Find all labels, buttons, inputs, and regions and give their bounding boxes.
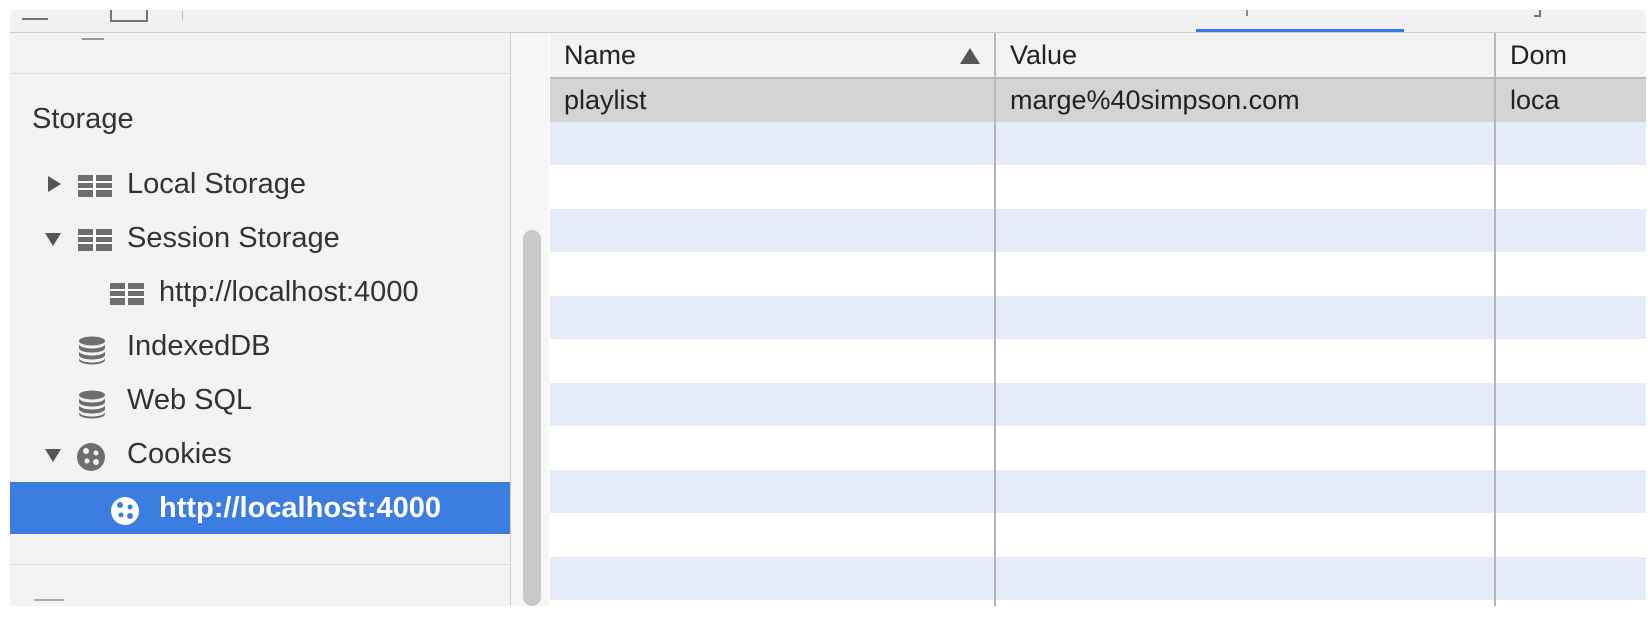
- empty-row: [550, 513, 1646, 556]
- sidebar-divider: [10, 564, 510, 565]
- empty-row: [550, 426, 1646, 469]
- column-header-domain[interactable]: Dom: [1496, 33, 1646, 77]
- sidebar-scrollbar-thumb[interactable]: [523, 230, 541, 606]
- empty-row: [550, 470, 1646, 513]
- tab-label-fragment: [1246, 10, 1248, 16]
- column-divider[interactable]: [1494, 79, 1496, 606]
- sidebar-item-cookies[interactable]: Cookies: [10, 428, 510, 480]
- inspect-element-icon[interactable]: [22, 10, 48, 20]
- database-icon: [79, 390, 105, 419]
- more-tabs-icon[interactable]: [1534, 10, 1541, 17]
- storage-sidebar: Storage Local Storage Session Storage ht…: [10, 33, 511, 606]
- sidebar-item-label: Session Storage: [127, 222, 340, 254]
- column-header-value[interactable]: Value: [996, 33, 1496, 77]
- sidebar-item-label: Cookies: [127, 438, 232, 470]
- expand-arrow-icon[interactable]: [48, 176, 61, 192]
- cookie-icon: [77, 443, 105, 471]
- sidebar-item-web-sql[interactable]: Web SQL: [10, 374, 510, 426]
- devtools-toolbar: [10, 10, 1646, 33]
- column-header-name[interactable]: Name: [550, 33, 996, 77]
- storage-section-title: Storage: [32, 103, 134, 135]
- cookie-domain-cell[interactable]: loca: [1496, 79, 1646, 122]
- empty-row: [550, 296, 1646, 339]
- cookie-value-cell[interactable]: marge%40simpson.com: [996, 79, 1494, 122]
- sidebar-item-label: http://localhost:4000: [159, 276, 419, 308]
- grid-icon: [110, 283, 144, 305]
- empty-row: [550, 383, 1646, 426]
- sidebar-item-session-localhost[interactable]: http://localhost:4000: [10, 266, 510, 318]
- database-icon: [79, 336, 105, 365]
- sidebar-item-label: Web SQL: [127, 384, 253, 416]
- column-divider[interactable]: [994, 79, 996, 606]
- empty-row: [550, 557, 1646, 600]
- sort-ascending-icon: [960, 48, 980, 64]
- grid-icon: [78, 229, 112, 251]
- column-header-label: Name: [564, 40, 637, 70]
- clipped-section-title: [34, 599, 64, 606]
- empty-row: [550, 252, 1646, 295]
- sidebar-item-cookies-localhost[interactable]: http://localhost:4000: [10, 482, 510, 534]
- collapse-arrow-icon[interactable]: [45, 449, 61, 462]
- sidebar-item-session-storage[interactable]: Session Storage: [10, 212, 510, 264]
- sidebar-item-label: http://localhost:4000: [159, 492, 441, 524]
- device-toolbar-icon[interactable]: [110, 10, 148, 22]
- cookie-icon: [111, 497, 139, 525]
- clipped-sidebar-item: [82, 33, 104, 40]
- collapse-arrow-icon[interactable]: [45, 233, 61, 246]
- cookies-table: Name Value Dom playlist marge%40simpson.…: [550, 33, 1646, 606]
- column-header-label: Dom: [1510, 40, 1568, 70]
- sidebar-item-indexeddb[interactable]: IndexedDB: [10, 320, 510, 372]
- empty-row: [550, 339, 1646, 382]
- empty-row: [550, 165, 1646, 208]
- active-tab-indicator: [1196, 29, 1404, 32]
- table-header: Name Value Dom: [550, 33, 1646, 79]
- toolbar-separator: [182, 10, 183, 20]
- sidebar-divider: [10, 73, 510, 74]
- sidebar-item-label: IndexedDB: [127, 330, 271, 362]
- empty-row: [550, 209, 1646, 252]
- grid-icon: [78, 175, 112, 197]
- empty-row: [550, 122, 1646, 165]
- sidebar-item-label: Local Storage: [127, 168, 306, 200]
- table-row[interactable]: playlist marge%40simpson.com loca: [550, 79, 1646, 122]
- sidebar-item-local-storage[interactable]: Local Storage: [10, 158, 510, 210]
- cookie-name-cell[interactable]: playlist: [550, 79, 994, 122]
- column-header-label: Value: [1010, 40, 1078, 70]
- devtools-application-panel: Storage Local Storage Session Storage ht…: [10, 10, 1646, 606]
